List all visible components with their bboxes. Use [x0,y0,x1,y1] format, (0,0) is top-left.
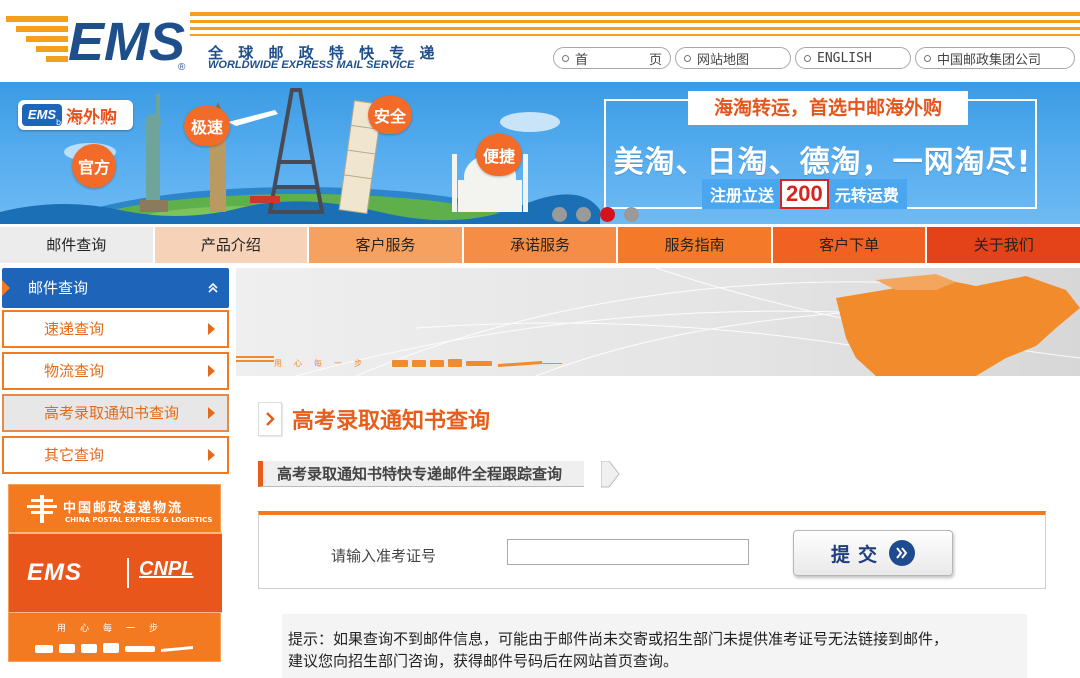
sidebar-item-other-query[interactable]: 其它查询 [2,436,229,474]
promo-amount: 200 [780,179,829,209]
nav-customer-service[interactable]: 客户服务 [309,227,464,263]
transport-icons [392,359,562,367]
nav-about-us[interactable]: 关于我们 [927,227,1080,263]
double-chevron-right-icon [889,540,915,566]
sidebar-item-logistics-query[interactable]: 物流查询 [2,352,229,390]
ems-logo-text: EMS [68,12,185,72]
carousel-dots [552,207,639,222]
china-map-banner: 用心每一步 [236,268,1080,376]
chevron-up-icon[interactable] [207,268,219,311]
bullet-icon [684,54,691,62]
arrow-right-icon [208,323,215,335]
bullet-icon [562,54,569,62]
carousel-dot[interactable] [552,207,567,222]
english-link[interactable]: ENGLISH [795,47,911,69]
china-post-logistics-logo[interactable]: 中国邮政速递物流 CHINA POSTAL EXPRESS & LOGISTIC… [8,484,222,662]
carousel-dot[interactable] [624,207,639,222]
admission-number-input[interactable] [507,539,749,565]
carousel-dot[interactable] [576,207,591,222]
banner-slogan: 用心每一步 [274,359,374,368]
tip-message: 提示：如果查询不到邮件信息，可能由于邮件尚未交寄或招生部门未提供准考证号无法链接… [282,614,1027,678]
nav-commitment[interactable]: 承诺服务 [463,227,619,263]
query-form: 请输入准考证号 提交 [258,511,1046,589]
page-title-wrap: 高考录取通知书查询 [258,401,490,437]
sidebar-head-mail-query[interactable]: 邮件查询 [2,268,229,308]
submit-button[interactable]: 提交 [793,530,953,576]
promo-banner[interactable]: EMS 海外购 buy.ems.com.cn 官方 极速 安全 便捷 海淘转运，… [0,82,1080,224]
shop-url: buy.ems.com.cn [56,118,121,127]
promo-headline: 海淘转运，首选中邮海外购 [688,91,968,125]
arrow-right-icon [208,407,215,419]
main-nav: 邮件查询 产品介绍 客户服务 承诺服务 服务指南 客户下单 关于我们 [0,226,1080,263]
triangle-icon [2,280,10,296]
bubble-convenient: 便捷 [476,134,522,176]
section-subtitle: 高考录取通知书特快专递邮件全程跟踪查询 [258,461,620,488]
sitemap-link[interactable]: 网站地图 [675,47,791,69]
nav-mail-query[interactable]: 邮件查询 [0,227,155,263]
carousel-dot[interactable] [600,207,615,222]
subtitle-arrow-tab [601,461,620,488]
arrow-right-icon [208,449,215,461]
page-title: 高考录取通知书查询 [292,409,491,434]
bullet-icon [924,54,931,62]
home-link[interactable]: 首 页 [553,47,671,69]
china-post-emblem-icon [27,495,57,523]
ems-logo[interactable]: EMS ® [6,10,191,72]
promo-offer: 注册立送 200 元转运费 [702,179,907,209]
tip-line-2: 建议您向招生部门咨询，获得邮件号码后在网站首页查询。 [288,652,679,670]
bullet-icon [804,54,811,62]
bubble-safe: 安全 [368,96,412,134]
promo-box: 海淘转运，首选中邮海外购 美淘、日淘、德淘，一网淘尽! 注册立送 200 元转运… [604,91,1037,209]
bubble-official: 官方 [72,144,116,188]
header-stripes [190,12,1080,42]
admission-number-label: 请输入准考证号 [331,547,437,565]
arrow-right-icon [208,365,215,377]
china-post-group-link[interactable]: 中国邮政集团公司 [915,47,1075,69]
sidebar-item-express-query[interactable]: 速递查询 [2,310,229,348]
bubble-fast: 极速 [184,106,230,146]
tip-line-1: 提示：如果查询不到邮件信息，可能由于邮件尚未交寄或招生部门未提供准考证号无法链接… [288,630,949,648]
chevron-right-icon [258,402,282,436]
promo-main-text: 美淘、日淘、德淘，一网淘尽! [613,145,1032,180]
brand-en: WORLDWIDE EXPRESS MAIL SERVICE [208,59,415,71]
nav-products[interactable]: 产品介绍 [154,227,310,263]
svg-text:®: ® [178,62,186,72]
site-header: EMS ® 全 球 邮 政 特 快 专 递 WORLDWIDE EXPRESS … [0,0,1080,82]
sidebar-item-admission-query[interactable]: 高考录取通知书查询 [2,394,229,432]
transport-icons [35,643,193,653]
nav-service-guide[interactable]: 服务指南 [618,227,773,263]
nav-place-order[interactable]: 客户下单 [772,227,928,263]
